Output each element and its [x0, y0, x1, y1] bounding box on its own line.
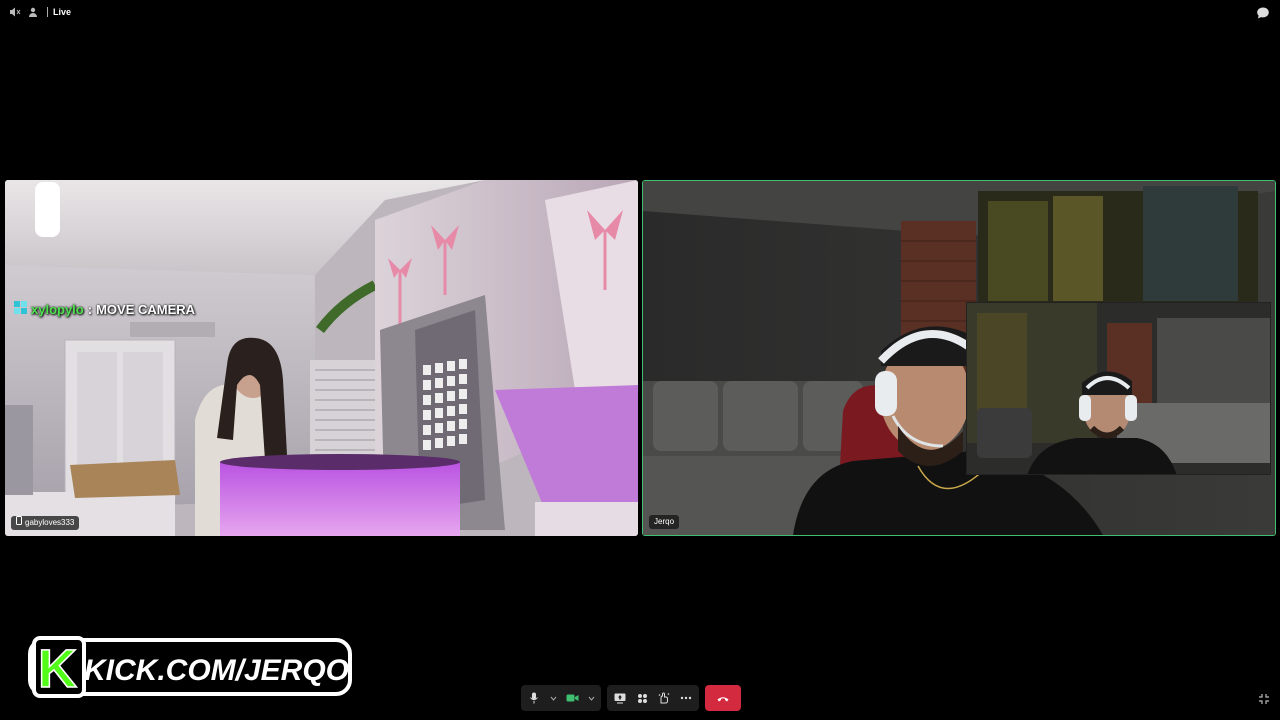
speaker-muted-icon[interactable]	[9, 6, 21, 18]
camera-feed-kitchen	[5, 180, 638, 536]
chat-icon[interactable]	[1256, 6, 1270, 20]
camera-options-chevron-icon[interactable]	[587, 694, 595, 702]
mic-camera-group	[521, 685, 601, 711]
camera-icon[interactable]	[565, 691, 579, 705]
live-status: Live	[53, 7, 72, 17]
participant-tile-jerqo[interactable]: Jerqo	[642, 180, 1276, 536]
actions-group	[607, 685, 699, 711]
chat-separator: :	[87, 301, 93, 317]
participant-name: Jerqo	[654, 517, 675, 526]
mic-options-chevron-icon[interactable]	[549, 694, 557, 702]
participant-name-tag: gabyloves333	[11, 516, 80, 530]
participant-tile-gabyloves333[interactable]: xylopylo : MOVE CAMERA gabyloves333	[5, 180, 638, 536]
chat-message-text: MOVE CAMERA	[96, 301, 196, 317]
leave-call-icon	[717, 689, 729, 707]
microphone-icon[interactable]	[527, 691, 541, 705]
divider	[47, 7, 48, 17]
leave-call-button[interactable]	[705, 685, 741, 711]
reactions-icon[interactable]	[657, 691, 671, 705]
call-controls	[521, 685, 741, 711]
grid-view-icon[interactable]	[635, 691, 649, 705]
kick-logo-letter: K	[38, 639, 77, 698]
picture-in-picture-feed	[966, 302, 1271, 475]
participant-name-tag: Jerqo	[649, 515, 680, 529]
people-icon[interactable]	[27, 6, 39, 18]
more-icon[interactable]	[679, 691, 693, 705]
share-screen-icon[interactable]	[613, 691, 627, 705]
phone-icon	[16, 516, 22, 530]
kick-logo: K KICK.COM/JERQO	[28, 636, 354, 700]
chat-message-overlay: xylopylo : MOVE CAMERA	[14, 301, 195, 317]
chat-badge-icon	[14, 301, 27, 317]
kick-logo-text: KICK.COM/JERQO	[84, 654, 349, 687]
chat-username: xylopylo	[31, 301, 84, 317]
participant-name: gabyloves333	[25, 518, 75, 527]
fullscreen-exit-icon[interactable]	[1258, 692, 1270, 704]
top-bar: Live	[0, 0, 1280, 24]
